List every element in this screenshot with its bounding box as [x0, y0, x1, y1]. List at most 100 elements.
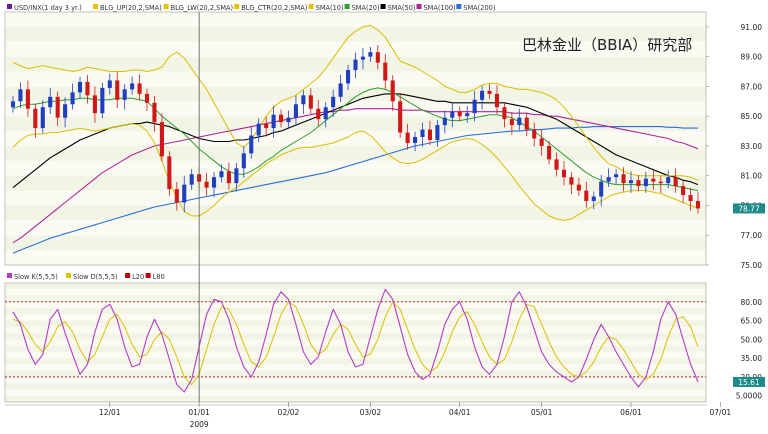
- candle-body: [606, 177, 611, 182]
- price-band: [5, 12, 706, 27]
- stoch-legend-label: Slow K(5,5,5): [14, 273, 58, 281]
- candle-body: [167, 156, 172, 190]
- candle-body: [174, 189, 179, 203]
- stoch-y-tick-label: 50.00: [741, 335, 763, 344]
- candle-body: [10, 101, 16, 108]
- stoch-band: [5, 364, 706, 371]
- candle-body: [442, 117, 447, 126]
- candle-body: [264, 123, 269, 129]
- stoch-legend-swatch: [7, 273, 12, 278]
- price-legend-label: SMA(100): [424, 4, 456, 12]
- x-axis-label: 07/01: [710, 408, 732, 417]
- candle-body: [159, 122, 164, 157]
- price-legend-swatch: [456, 4, 462, 9]
- candle-body: [599, 181, 604, 197]
- stoch-legend-label: L80: [153, 273, 165, 281]
- candle-body: [226, 171, 231, 184]
- candle-body: [502, 107, 507, 120]
- candle-body: [144, 93, 150, 103]
- candle-body: [286, 117, 291, 123]
- price-y-tick-label: 85.00: [741, 112, 763, 121]
- candle-body: [100, 87, 105, 114]
- price-legend-label: SMA(20): [352, 4, 380, 12]
- candle-body: [323, 107, 328, 120]
- candle-body: [40, 107, 45, 129]
- candle-body: [278, 114, 284, 123]
- x-axis-label: 12/01: [99, 408, 121, 417]
- candle-body: [204, 181, 209, 188]
- candle-body: [25, 89, 30, 109]
- stoch-band: [5, 370, 706, 377]
- candle-body: [85, 81, 90, 96]
- candle-body: [234, 168, 239, 184]
- candle-body: [487, 90, 492, 94]
- candle-body: [636, 180, 641, 187]
- candle-body: [405, 132, 410, 143]
- candle-body: [628, 180, 634, 184]
- chart-stage: USD/INX(1 day 3 yr.) BLG_UP(20,2,SMA) BLG_…: [0, 0, 768, 430]
- candle-body: [189, 174, 194, 185]
- candle-body: [621, 174, 626, 184]
- watermark-text: 巴林金业（BBIA）研究部: [522, 36, 692, 54]
- candle-body: [338, 83, 343, 97]
- candle-body: [658, 181, 663, 184]
- price-y-tick-label: 89.00: [741, 53, 763, 62]
- candle-body: [480, 90, 485, 100]
- candle-body: [92, 95, 97, 114]
- candle-body: [457, 111, 462, 117]
- stoch-legend-label: L20: [132, 273, 144, 281]
- candle-body: [561, 169, 567, 178]
- stoch-legend-swatch: [125, 273, 131, 278]
- candle-body: [70, 92, 75, 105]
- candle-body: [390, 80, 395, 102]
- x-axis-label: 03/02: [360, 408, 382, 417]
- price-band: [5, 145, 706, 161]
- stoch-y-tick-label: 80.00: [741, 298, 763, 307]
- candle-body: [524, 117, 529, 130]
- candle-body: [219, 171, 224, 178]
- candle-body: [107, 80, 112, 88]
- candle-body: [584, 190, 589, 202]
- candle-body: [152, 102, 157, 123]
- stoch-band: [5, 376, 706, 384]
- price-y-tick-label: 75.00: [741, 261, 763, 270]
- stoch-band: [5, 283, 706, 290]
- candle-body: [182, 184, 187, 203]
- candle-body: [353, 59, 358, 71]
- x-axis-label: 06/01: [620, 408, 642, 417]
- price-band: [5, 250, 706, 265]
- candle-body: [688, 195, 693, 202]
- stoch-y-tick-label: 5.0000: [736, 392, 762, 401]
- candle-body: [509, 119, 514, 126]
- candle-body: [651, 178, 656, 182]
- candle-body: [450, 111, 455, 118]
- stoch-legend-swatch: [66, 273, 72, 278]
- price-legend-swatch: [416, 4, 422, 9]
- price-legend-label: SMA(10): [316, 4, 344, 12]
- stoch-band: [5, 395, 706, 402]
- candle-body: [576, 184, 581, 191]
- candle-body: [293, 104, 298, 118]
- candle-body: [569, 177, 574, 185]
- candle-body: [211, 177, 217, 188]
- candle-body: [532, 129, 537, 139]
- candle-body: [301, 95, 306, 105]
- candle-body: [77, 81, 83, 93]
- price-legend-label: BLG_CTR(20,2,SMA): [241, 4, 307, 12]
- stoch-band: [5, 351, 706, 359]
- stoch-band: [5, 326, 706, 334]
- stochastic-panel: Slow K(5,5,5) Slow D(5,5,5) L20 L80 80.00 65.…: [4, 273, 765, 403]
- candle-body: [368, 52, 373, 57]
- price-band: [5, 235, 706, 251]
- price-legend-swatch: [7, 4, 12, 9]
- candle-body: [591, 196, 596, 202]
- stoch-legend-swatch: [145, 273, 151, 278]
- candle-body: [346, 70, 351, 84]
- stoch-y-tick-label: 35.00: [741, 354, 763, 363]
- x-axis-label: 01/01: [188, 408, 210, 417]
- price-legend-swatch: [344, 4, 350, 9]
- price-band: [5, 205, 706, 221]
- candle-body: [331, 96, 336, 108]
- candle-body: [115, 80, 120, 100]
- candle-body: [316, 108, 321, 120]
